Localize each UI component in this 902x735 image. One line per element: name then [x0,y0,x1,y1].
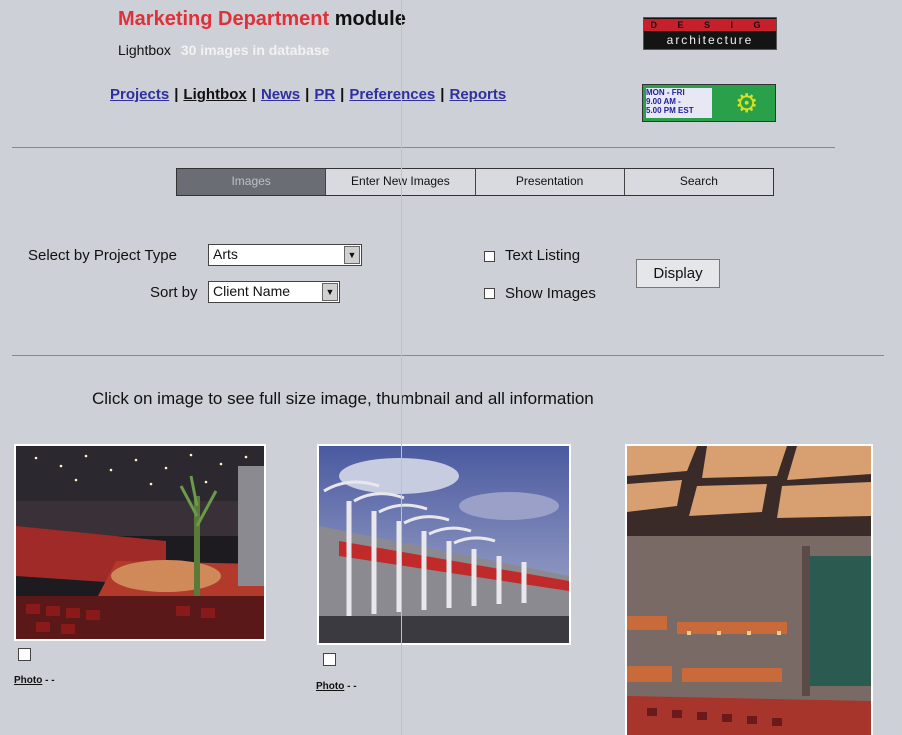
subtitle: Lightbox 30 images in database [118,42,329,58]
project-type-label: Select by Project Type [28,247,177,264]
show-images-label: Show Images [505,285,596,302]
tab-bar: Images Enter New Images Presentation Sea… [176,168,774,196]
divider-middle [12,355,884,356]
nav-lightbox[interactable]: Lightbox [183,86,246,103]
sort-select[interactable]: Client Name ▼ [208,281,340,303]
concert-hall-image [627,446,871,735]
instruction-text: Click on image to see full size image, t… [92,389,594,408]
theater-interior-image [16,446,264,639]
show-images-checkbox[interactable] [484,288,495,299]
photo-1-label: Photo - - [14,675,55,686]
nav-news[interactable]: News [261,86,300,103]
logo-bottom-text: architecture [666,33,754,47]
tab-enter-new-images[interactable]: Enter New Images [325,169,475,195]
photo-1-link[interactable]: Photo [14,675,42,686]
photo-thumbnail-1[interactable] [14,444,266,641]
text-listing-label: Text Listing [505,247,581,264]
photo-thumbnail-2[interactable] [317,444,571,645]
gear-icon: ⚙ [735,88,759,118]
building-facade-image [319,446,569,643]
module-title: Marketing Department module [118,8,406,31]
dropdown-arrow-icon: ▼ [322,283,338,301]
nav-pr[interactable]: PR [314,86,335,103]
tab-images[interactable]: Images [177,169,326,195]
sort-value: Client Name [213,283,291,299]
office-hours-badge: MON - FRI 9.00 AM - 5.00 PM EST ⚙ [642,84,776,122]
subtitle-lightbox: Lightbox [118,42,171,58]
photo-1-checkbox[interactable] [18,648,31,661]
sort-label: Sort by [150,284,198,301]
main-nav: Projects | Lightbox | News | PR | Preferences | Re… [110,86,507,103]
title-department: Marketing Department [118,8,330,30]
dropdown-arrow-icon: ▼ [344,246,360,264]
nav-preferences[interactable]: Preferences [349,86,435,103]
display-button[interactable]: Display [636,259,720,288]
title-module: module [334,8,406,30]
photo-2-label: Photo - - [316,681,357,692]
project-type-value: Arts [213,246,238,262]
image-count: 30 images in database [180,42,330,58]
photo-2-checkbox[interactable] [323,653,336,666]
nav-projects[interactable]: Projects [110,86,169,103]
hours-text: MON - FRI 9.00 AM - 5.00 PM EST [646,88,712,118]
vertical-guide-line [401,0,402,735]
project-type-select[interactable]: Arts ▼ [208,244,362,266]
design-architecture-logo: D E S I G N architecture [643,17,777,50]
divider-top [12,147,835,148]
photo-thumbnail-3[interactable] [625,444,873,735]
tab-presentation[interactable]: Presentation [474,169,624,195]
photo-2-link[interactable]: Photo [316,681,344,692]
tab-search[interactable]: Search [623,169,773,195]
nav-reports[interactable]: Reports [449,86,506,103]
text-listing-checkbox[interactable] [484,251,495,262]
logo-top-text: D E S I G N [644,19,776,42]
